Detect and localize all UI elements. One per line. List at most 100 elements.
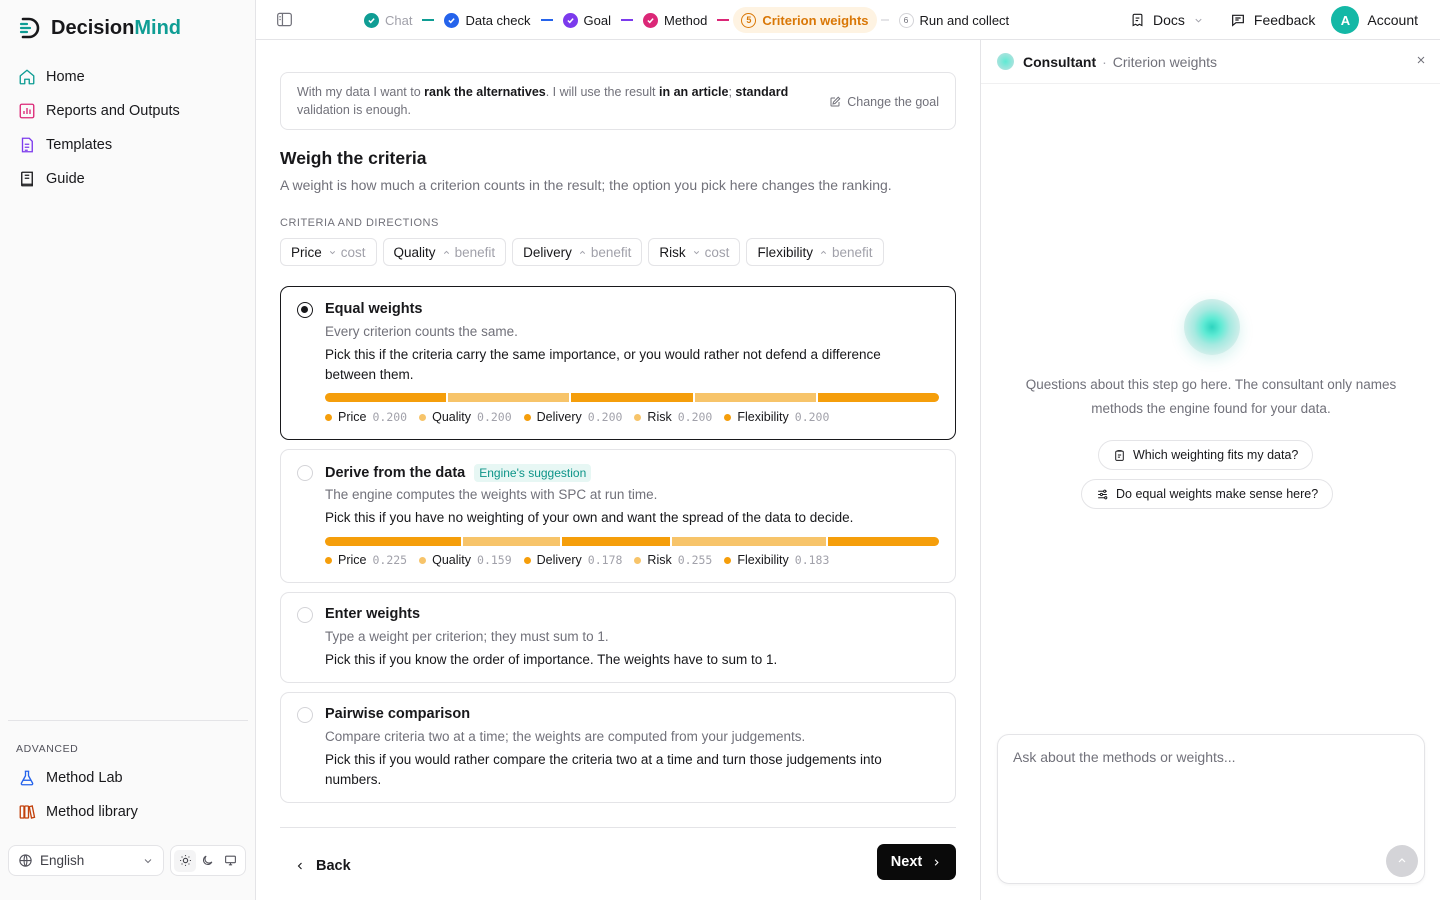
sidebar-item-reports[interactable]: Reports and Outputs (8, 94, 248, 128)
brand-logo[interactable]: DecisionMind (18, 16, 181, 40)
sidebar-item-method-library[interactable]: Method library (8, 795, 248, 829)
chart-icon (19, 103, 35, 119)
theme-light-button[interactable] (174, 849, 197, 872)
theme-system-button[interactable] (220, 850, 242, 872)
monitor-icon (225, 855, 237, 866)
legend-dot (325, 556, 332, 564)
avatar: A (1331, 6, 1360, 34)
criterion-direction: cost (328, 245, 366, 260)
sidebar-item-templates[interactable]: Templates (8, 128, 248, 162)
criterion-chip[interactable]: Risk cost (648, 238, 741, 266)
legend-weight-value: 0.225 (372, 553, 408, 567)
feedback-button[interactable]: Feedback (1230, 12, 1315, 28)
consultant-orb-icon (997, 53, 1014, 70)
criterion-name: Delivery (523, 244, 572, 260)
legend-criterion: Price (338, 553, 367, 567)
step-connector (422, 19, 435, 21)
close-panel-button[interactable] (1415, 54, 1427, 69)
chevron-left-icon (297, 862, 302, 870)
sidebar-item-method-lab[interactable]: Method Lab (8, 761, 248, 795)
language-value: English (40, 853, 85, 868)
sidebar-item-label: Templates (46, 137, 113, 153)
brand-logo-icon (19, 17, 40, 39)
weight-segment (694, 393, 816, 402)
option-description: Compare criteria two at a time; the weig… (325, 729, 806, 744)
sun-icon (179, 855, 191, 866)
back-button[interactable]: Back (294, 848, 351, 884)
legend-weight-value: 0.200 (372, 410, 408, 424)
goal-text: With my data I want to rank the alternat… (297, 85, 789, 117)
account-menu[interactable]: A Account (1331, 6, 1418, 34)
legend-criterion: Delivery (536, 553, 582, 567)
change-goal-label: Change the goal (847, 95, 939, 109)
legend-dot (325, 413, 332, 421)
panel-left-icon (277, 12, 292, 27)
legend-dot (419, 556, 427, 564)
criteria-label: CRITERIA AND DIRECTIONS (280, 217, 439, 229)
step-chat[interactable]: Chat (358, 7, 418, 33)
step-run-and-collect[interactable]: 6 Run and collect (893, 7, 1016, 33)
legend-weight-value: 0.255 (677, 553, 713, 567)
check-icon (642, 12, 658, 28)
criterion-chip[interactable]: Delivery benefit (512, 238, 643, 266)
legend-weight-value: 0.200 (677, 410, 713, 424)
sidebar-item-home[interactable]: Home (8, 60, 248, 94)
chevron-up-icon (820, 250, 827, 254)
sidebar: DecisionMind Home Reports and Outputs Te… (0, 0, 256, 900)
theme-switcher (170, 845, 246, 876)
consultant-avatar (1184, 299, 1240, 355)
radio-button[interactable] (297, 607, 313, 623)
sidebar-toggle-button[interactable] (276, 12, 293, 30)
weight-bar (325, 393, 939, 402)
language-select[interactable]: English (8, 845, 164, 876)
suggestion-label: Do equal weights make sense here? (1116, 487, 1319, 501)
option-enter-weights[interactable]: Enter weights Type a weight per criterio… (280, 592, 956, 683)
change-goal-button[interactable]: Change the goal (829, 93, 939, 111)
radio-button[interactable] (297, 465, 313, 481)
step-criterion-weights[interactable]: 5 Criterion weights (733, 7, 877, 33)
brand-name: DecisionMind (51, 16, 182, 39)
feedback-label: Feedback (1253, 12, 1316, 28)
option-equal-weights[interactable]: Equal weights Every criterion counts the… (280, 286, 956, 440)
docs-menu[interactable]: Docs (1130, 12, 1204, 28)
radio-button[interactable] (297, 302, 313, 318)
sidebar-item-label: Reports and Outputs (46, 103, 180, 119)
step-goal[interactable]: Goal (557, 7, 617, 33)
main-content: With my data I want to rank the alternat… (256, 40, 980, 900)
home-icon (19, 69, 35, 85)
option-pick-hint: Pick this if you have no weighting of yo… (325, 510, 854, 525)
legend-criterion: Flexibility (737, 553, 789, 567)
criterion-chip[interactable]: Flexibility benefit (746, 238, 884, 266)
message-icon (1231, 14, 1244, 27)
theme-dark-button[interactable] (197, 850, 219, 872)
criterion-chip[interactable]: Quality benefit (382, 238, 507, 266)
step-label: Chat (385, 12, 413, 28)
flask-icon (20, 770, 34, 786)
send-button[interactable] (1386, 845, 1418, 877)
chevron-right-icon (934, 858, 939, 866)
option-title: Equal weights (325, 301, 423, 317)
criterion-name: Flexibility (757, 244, 813, 260)
step-method[interactable]: Method (637, 7, 713, 33)
weight-segment (448, 393, 570, 402)
option-title: Pairwise comparison (325, 706, 471, 722)
step-label: Data check (465, 12, 531, 28)
next-button[interactable]: Next (877, 844, 956, 880)
suggestion-chip[interactable]: Do equal weights make sense here? (1081, 479, 1334, 509)
chevron-down-icon (144, 858, 152, 863)
option-pairwise-comparison[interactable]: Pairwise comparison Compare criteria two… (280, 692, 956, 803)
criterion-direction: benefit (819, 245, 873, 260)
step-progress: Chat Data check Goal Method 5 Criterion … (358, 7, 1015, 33)
back-label: Back (316, 858, 351, 874)
chat-input[interactable] (1013, 749, 1403, 765)
weight-legend-item: Flexibility 0.183 (724, 553, 829, 567)
chevron-up-icon (443, 250, 449, 254)
suggestion-chip[interactable]: Which weighting fits my data? (1098, 440, 1314, 470)
option-derive-from-data[interactable]: Derive from the data Engine's suggestion … (280, 449, 956, 583)
sidebar-item-guide[interactable]: Guide (8, 162, 248, 196)
criterion-chip[interactable]: Price cost (280, 238, 377, 266)
radio-button[interactable] (297, 707, 313, 723)
legend-weight-value: 0.159 (477, 553, 512, 567)
option-description: Type a weight per criterion; they must s… (325, 629, 609, 644)
step-data-check[interactable]: Data check (438, 7, 536, 33)
